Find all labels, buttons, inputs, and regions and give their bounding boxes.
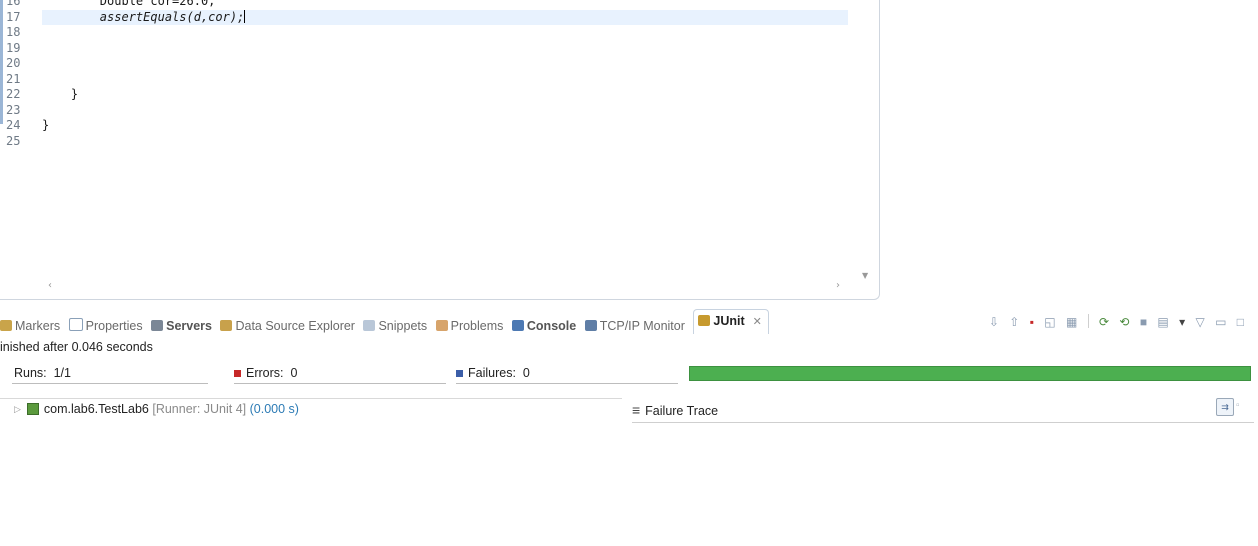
failure-trace-header: ≡ Failure Trace — [632, 402, 718, 418]
console-icon — [511, 320, 524, 331]
tab-problems[interactable]: Problems — [435, 319, 503, 333]
tab-data-source-explorer[interactable]: Data Source Explorer — [220, 319, 355, 333]
view-menu-icon[interactable]: ▽ — [1195, 315, 1204, 329]
code-line-text[interactable]: assertEquals(d,cor); — [42, 10, 245, 24]
failure-trace-toolbar: ⇉ ▫ — [1216, 398, 1248, 416]
failure-icon — [456, 370, 463, 377]
tcpip-icon — [584, 320, 597, 331]
tab-console[interactable]: Console — [511, 319, 576, 333]
line-number: 16 — [6, 0, 21, 8]
maximize-icon[interactable]: □ — [1237, 315, 1244, 329]
run-status-text: inished after 0.046 seconds — [0, 340, 153, 354]
errors-value: 0 — [290, 366, 298, 380]
rerun-failed-icon[interactable]: ⟲ — [1119, 315, 1129, 329]
failures-value: 0 — [522, 366, 530, 380]
previous-failure-icon[interactable]: ⇧ — [1009, 315, 1019, 329]
code-line[interactable]: } — [42, 118, 848, 134]
divider — [0, 398, 622, 399]
horizontal-scrollbar[interactable]: ‹ › — [42, 278, 848, 296]
errors-label: Errors: — [246, 366, 284, 380]
code-text-area[interactable]: Double cor=26.0; assertEquals(d,cor); } … — [42, 0, 848, 286]
filter-stack-icon[interactable]: ⇉ — [1216, 398, 1234, 416]
test-run-history-icon[interactable]: ▤ — [1157, 315, 1168, 329]
failure-trace-label: Failure Trace — [645, 404, 719, 418]
properties-icon — [68, 318, 83, 331]
line-number-gutter: 16 17 18 19 20 21 22 23 24 25 — [4, 0, 42, 286]
servers-icon — [151, 320, 164, 331]
error-icon — [234, 370, 241, 377]
runs-value: 1/1 — [53, 366, 71, 380]
junit-results: ▷ com.lab6.TestLab6 [Runner: JUnit 4] (0.… — [0, 398, 1258, 546]
expand-icon[interactable]: ▷ — [14, 404, 21, 414]
vertical-scrollbar[interactable]: ▼ — [848, 0, 878, 286]
tab-properties[interactable]: Properties — [68, 318, 143, 333]
change-ruler — [0, 0, 3, 124]
divider — [632, 422, 1254, 423]
snippets-icon — [363, 320, 376, 331]
line-number: 17 — [6, 9, 21, 24]
runs-counter: Runs: 1/1 — [12, 366, 208, 384]
code-line-current[interactable]: assertEquals(d,cor); — [42, 9, 848, 25]
tab-snippets[interactable]: Snippets — [363, 319, 427, 333]
tab-servers[interactable]: Servers — [151, 319, 212, 333]
test-progress-bar — [689, 366, 1251, 381]
line-number: 24 — [6, 118, 21, 132]
test-duration: (0.000 s) — [249, 402, 299, 416]
code-line[interactable] — [42, 72, 848, 88]
scroll-left-icon[interactable]: ‹ — [48, 280, 52, 291]
runs-label: Runs: — [14, 366, 47, 380]
failures-counter: Failures: 0 — [456, 366, 678, 384]
code-line[interactable] — [42, 25, 848, 41]
junit-toolbar: ⇩ ⇧ ▪ ◱ ▦ ⟳ ⟲ ■ ▤ ▾ ▽ ▭ □ — [982, 314, 1244, 329]
test-tree: ▷ com.lab6.TestLab6 [Runner: JUnit 4] (0.… — [0, 398, 622, 546]
failures-label: Failures: — [468, 366, 516, 380]
failure-trace-icon: ≡ — [632, 402, 641, 418]
data-source-icon — [220, 320, 233, 331]
rerun-test-icon[interactable]: ⟳ — [1099, 315, 1109, 329]
line-number: 23 — [6, 102, 21, 117]
problems-icon — [435, 320, 448, 331]
junit-counters: Runs: 1/1 Errors: 0 Failures: 0 — [12, 366, 1258, 384]
failure-trace-pane: ≡ Failure Trace ⇉ ▫ — [632, 398, 1258, 546]
code-line[interactable] — [42, 134, 848, 150]
dropdown-icon[interactable]: ▾ — [1179, 315, 1185, 329]
junit-icon — [698, 315, 711, 326]
line-number: 25 — [6, 133, 21, 148]
tab-junit[interactable]: JUnit ✕ — [693, 309, 769, 334]
next-failure-icon[interactable]: ⇩ — [989, 315, 999, 329]
compare-results-icon[interactable]: ▫ — [1236, 400, 1248, 414]
test-suite-icon — [26, 403, 39, 415]
minimize-icon[interactable]: ▭ — [1215, 315, 1226, 329]
stop-icon[interactable]: ■ — [1140, 315, 1147, 329]
text-caret — [244, 9, 246, 23]
show-skipped-icon[interactable]: ▦ — [1066, 315, 1077, 329]
scroll-lock-icon[interactable]: ◱ — [1044, 315, 1055, 329]
show-failures-only-icon[interactable]: ▪ — [1030, 315, 1034, 329]
code-line[interactable]: Double cor=26.0; — [42, 0, 848, 10]
code-editor[interactable]: 16 17 18 19 20 21 22 23 24 25 Double cor… — [0, 0, 880, 300]
line-number: 18 — [6, 25, 21, 39]
tab-tcpip-monitor[interactable]: TCP/IP Monitor — [584, 319, 685, 333]
line-number: 22 — [6, 87, 21, 101]
code-line[interactable] — [42, 103, 848, 119]
scroll-down-icon[interactable]: ▼ — [862, 271, 868, 280]
view-tabs: Markers Properties Servers Data Source E… — [0, 309, 774, 339]
close-icon[interactable]: ✕ — [753, 316, 762, 328]
scroll-right-icon[interactable]: › — [836, 280, 840, 291]
line-number: 21 — [6, 71, 21, 86]
errors-counter: Errors: 0 — [234, 366, 446, 384]
test-class-name: com.lab6.TestLab6 — [43, 402, 149, 416]
code-line[interactable]: } — [42, 87, 848, 103]
markers-icon — [0, 320, 12, 331]
test-runner: [Runner: JUnit 4] — [152, 402, 247, 416]
toolbar-separator — [1087, 314, 1089, 328]
view-tab-bar: Markers Properties Servers Data Source E… — [0, 306, 1258, 339]
code-line[interactable] — [42, 56, 848, 72]
line-number: 20 — [6, 56, 21, 70]
test-tree-row[interactable]: ▷ com.lab6.TestLab6 [Runner: JUnit 4] (0.… — [14, 402, 299, 416]
code-line[interactable] — [42, 41, 848, 57]
tab-markers[interactable]: Markers — [0, 319, 60, 333]
line-number: 19 — [6, 40, 21, 55]
